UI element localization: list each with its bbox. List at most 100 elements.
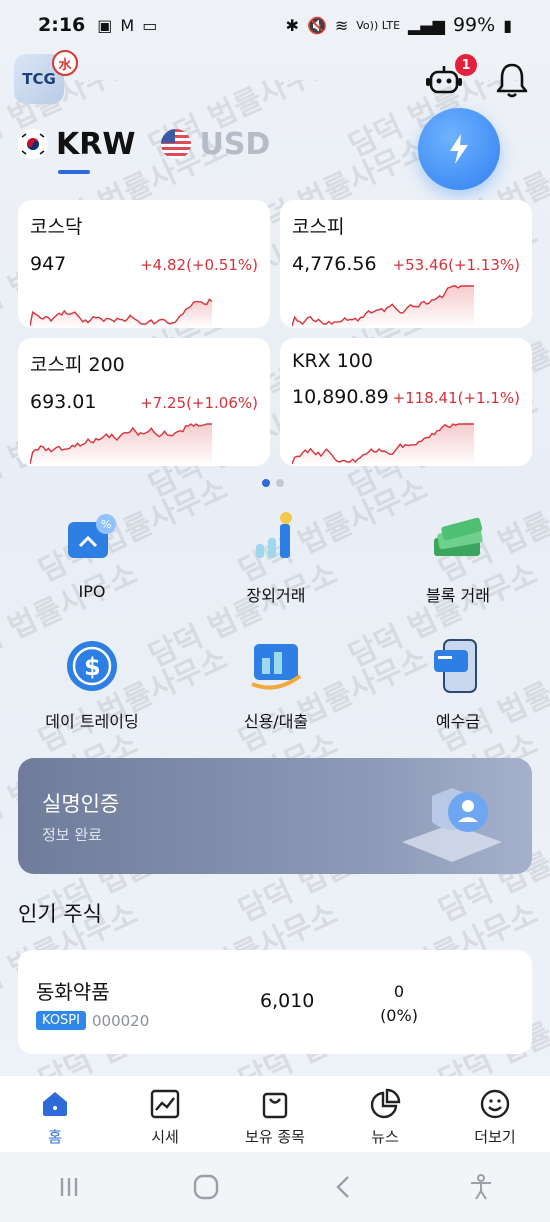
stock-change: 0 (0%) (374, 980, 424, 1028)
identity-verification-banner[interactable]: 실명인증 정보 완료 (18, 758, 532, 874)
sparkline-area (30, 299, 212, 328)
sparkline-area (292, 424, 474, 466)
stock-code: 000020 (91, 1011, 150, 1030)
gallery-icon: ▣ (97, 15, 113, 35)
index-name: 코스피 200 (30, 354, 125, 376)
menu-otc[interactable]: 장외거래 (196, 510, 356, 620)
bell-icon[interactable] (495, 62, 529, 98)
index-name: 코스닥 (30, 216, 83, 238)
sparkline-chart (30, 298, 213, 328)
battery-level: 99% (452, 14, 496, 36)
korea-flag-icon (18, 129, 48, 159)
index-change: +7.25(+1.06%) (140, 394, 258, 412)
chart-icon (150, 1089, 180, 1119)
home-button-icon[interactable] (191, 1172, 221, 1202)
recent-apps-icon[interactable] (54, 1172, 84, 1202)
sparkline-area (30, 424, 212, 466)
logo-text: TCG (22, 70, 56, 88)
lightning-icon (450, 134, 468, 164)
voicemail-icon: ▭ (142, 15, 158, 35)
network-label: Vo)) LTE (356, 18, 401, 32)
accessibility-icon[interactable] (466, 1172, 496, 1202)
status-time: 2:16 (38, 14, 86, 36)
menu-label: 예수금 (435, 712, 481, 731)
nav-holdings[interactable]: 보유 종목 (220, 1076, 330, 1152)
battery-icon: ▮ (503, 15, 512, 35)
mail-icon: M (120, 15, 135, 35)
dollar-coin-icon: $ (67, 641, 117, 691)
carousel-pagination (262, 479, 284, 487)
smiley-icon (480, 1089, 510, 1119)
tab-krw[interactable]: KRW (18, 122, 136, 174)
credit-loan-icon (251, 644, 302, 690)
bluetooth-icon: ✱ (285, 15, 299, 35)
pie-chart-icon (370, 1088, 401, 1119)
active-tab-indicator (58, 170, 90, 174)
nav-more[interactable]: 더보기 (440, 1076, 550, 1152)
sparkline-chart (30, 423, 212, 466)
index-name: 코스피 (292, 216, 345, 238)
stock-change-value: 0 (393, 982, 405, 1001)
menu-label: 장외거래 (246, 586, 306, 605)
menu-label: 블록 거래 (426, 586, 490, 605)
quick-action-button[interactable] (418, 108, 500, 190)
nav-label: 시세 (151, 1128, 179, 1146)
nav-news[interactable]: 뉴스 (330, 1076, 440, 1152)
menu-deposit[interactable]: 예수금 (378, 636, 538, 746)
svg-text:$: $ (84, 653, 101, 681)
sparkline-chart (292, 423, 474, 466)
nav-market[interactable]: 시세 (110, 1076, 220, 1152)
index-name: KRX 100 (292, 350, 373, 372)
index-change: +4.82(+0.51%) (140, 256, 258, 274)
menu-credit-loan[interactable]: 신용/대출 (196, 636, 356, 746)
index-price: 4,776.56 (292, 253, 377, 275)
index-card-krx100[interactable]: KRX 100 10,890.89 +118.41(+1.1%) (280, 338, 532, 466)
tab-usd-label: USD (199, 126, 271, 162)
nav-label: 더보기 (474, 1128, 516, 1146)
index-card-kospi200[interactable]: 코스피 200 693.01 +7.25(+1.06%) (18, 338, 270, 466)
index-card-kosdaq[interactable]: 코스닥 947 +4.82(+0.51%) (18, 200, 270, 328)
nav-label: 보유 종목 (245, 1128, 305, 1146)
logo-badge: 水 (52, 50, 78, 76)
menu-ipo[interactable]: % IPO (12, 510, 172, 620)
system-navigation-bar (0, 1152, 550, 1222)
page-dot-active[interactable] (262, 479, 270, 487)
index-change: +53.46(+1.13%) (392, 256, 520, 274)
stock-row[interactable]: 동화약품 KOSPI 000020 6,010 0 (0%) (18, 950, 532, 1054)
popular-stocks-title: 인기 주식 (18, 902, 102, 926)
menu-block-trade[interactable]: 블록 거래 (378, 510, 538, 620)
menu-label: IPO (78, 582, 106, 601)
deposit-card-icon (434, 639, 477, 693)
status-bar: 2:16 ▣ M ▭ ✱ 🔇 ≋ Vo)) LTE ▂▄▆ 99% ▮ (0, 0, 550, 50)
index-price: 693.01 (30, 391, 97, 413)
tab-krw-label: KRW (56, 126, 136, 162)
index-card-kospi[interactable]: 코스피 4,776.56 +53.46(+1.13%) (280, 200, 532, 328)
shield-user-icon (402, 788, 502, 862)
currency-tabs: KRW USD (18, 122, 270, 182)
shopping-bag-icon (262, 1092, 288, 1119)
mute-icon: 🔇 (306, 15, 327, 35)
sparkline-chart (292, 285, 474, 328)
back-icon[interactable] (329, 1172, 359, 1202)
tab-usd[interactable]: USD (161, 122, 270, 166)
market-badge: KOSPI (36, 1011, 86, 1030)
money-stack-icon (434, 517, 483, 556)
sparkline-area (292, 286, 474, 328)
menu-label: 데이 트레이딩 (45, 712, 139, 731)
bottom-navigation: 홈 시세 보유 종목 뉴스 더보기 (0, 1076, 550, 1152)
index-price: 10,890.89 (292, 386, 389, 408)
menu-label: 신용/대출 (243, 712, 309, 731)
menu-day-trading[interactable]: $ 데이 트레이딩 (12, 636, 172, 746)
notification-badge: 1 (455, 54, 477, 76)
otc-chart-icon (256, 512, 292, 558)
stock-change-percent: (0%) (380, 1006, 418, 1025)
nav-home[interactable]: 홈 (0, 1076, 110, 1152)
page-dot[interactable] (276, 479, 284, 487)
wifi-icon: ≋ (334, 15, 349, 35)
nav-label: 뉴스 (371, 1128, 399, 1146)
index-change: +118.41(+1.1%) (392, 389, 520, 407)
ipo-icon: % (68, 514, 116, 558)
index-price: 947 (30, 253, 67, 275)
us-flag-icon (161, 129, 192, 159)
nav-label: 홈 (48, 1128, 62, 1146)
